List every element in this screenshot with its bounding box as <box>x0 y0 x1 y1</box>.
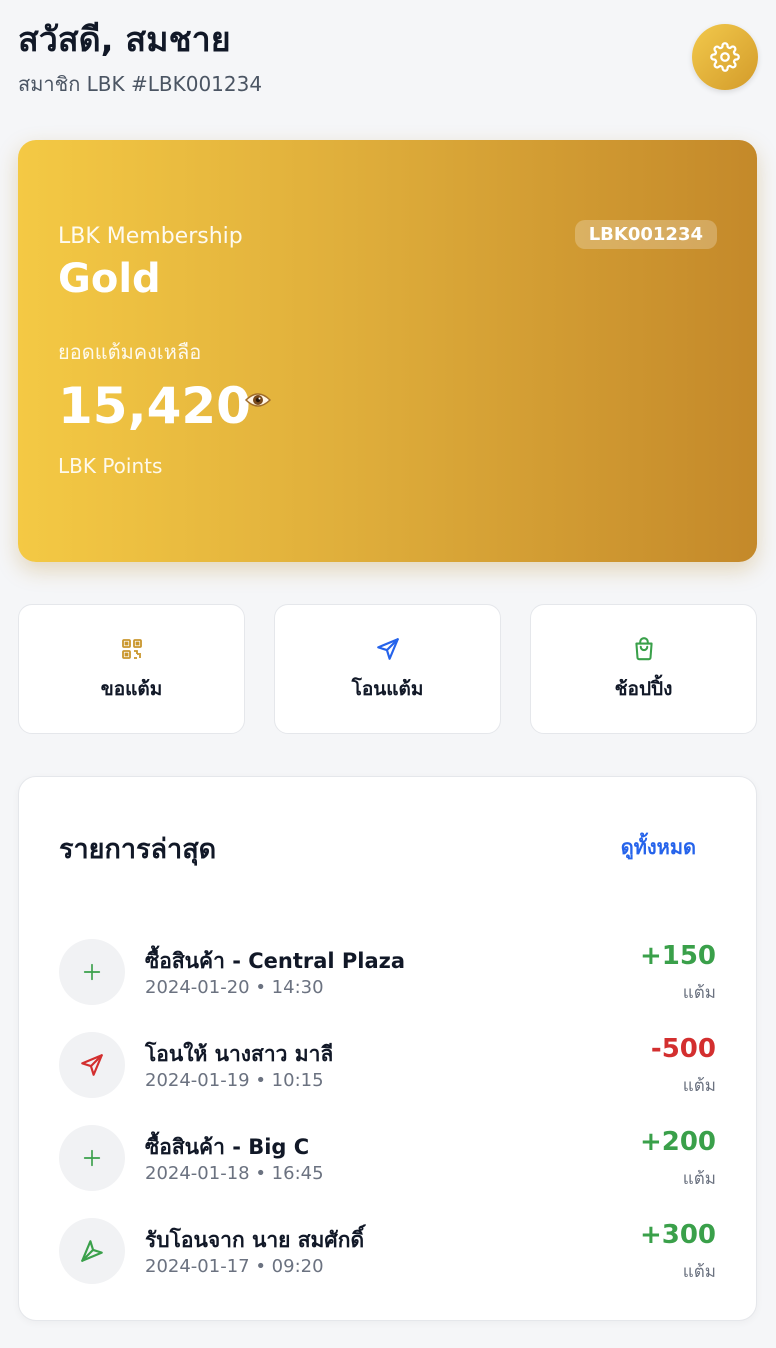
balance-label: ยอดแต้มคงเหลือ <box>58 340 202 364</box>
transaction-avatar <box>59 1032 125 1098</box>
membership-card: LBK Membership Gold LBK001234 ยอดแต้มคงเ… <box>18 140 757 562</box>
member-id-badge: LBK001234 <box>574 220 717 249</box>
header: สวัสดี, สมชาย สมาชิก LBK #LBK001234 <box>18 18 758 98</box>
member-id-subtitle: สมาชิก LBK #LBK001234 <box>18 72 263 96</box>
transaction-time: 2024-01-17 • 09:20 <box>145 1256 324 1277</box>
transaction-name: ซื้อสินค้า - Big C <box>145 1135 310 1159</box>
transaction-unit: แต้ม <box>682 983 716 1003</box>
shopping-button[interactable]: ช้อปปิ้ง <box>530 604 757 734</box>
plus-icon <box>83 963 101 981</box>
send-icon <box>376 638 399 660</box>
qr-code-icon <box>121 639 142 659</box>
transfer-points-button[interactable]: โอนแต้ม <box>274 604 501 734</box>
shopping-bag-icon <box>634 637 653 661</box>
transfer-points-label: โอนแต้ม <box>351 678 424 700</box>
transaction-row[interactable]: รับโอนจาก นาย สมศักดิ์ 2024-01-17 • 09:2… <box>59 1216 716 1309</box>
shopping-label: ช้อปปิ้ง <box>614 678 673 700</box>
transaction-row[interactable]: ซื้อสินค้า - Big C 2024-01-18 • 16:45 +2… <box>59 1123 716 1216</box>
transaction-time: 2024-01-19 • 10:15 <box>145 1070 324 1091</box>
quick-actions: ขอแต้ม โอนแต้ม ช้อปปิ้ง <box>18 604 757 734</box>
view-all-link[interactable]: ดูทั้งหมด <box>621 831 696 863</box>
transaction-name: โอนให้ นางสาว มาลี <box>145 1042 334 1066</box>
transaction-avatar <box>59 1218 125 1284</box>
transaction-row[interactable]: โอนให้ นางสาว มาลี 2024-01-19 • 10:15 -5… <box>59 1030 716 1123</box>
transaction-amount: +300 <box>639 1220 716 1250</box>
receive-icon <box>81 1240 103 1262</box>
transaction-row[interactable]: ซื้อสินค้า - Central Plaza 2024-01-20 • … <box>59 937 716 1030</box>
recent-transactions-card: รายการล่าสุด ดูทั้งหมด ซื้อสินค้า - Cent… <box>18 776 757 1321</box>
transaction-list: ซื้อสินค้า - Central Plaza 2024-01-20 • … <box>59 937 716 1309</box>
eye-icon <box>244 393 272 407</box>
toggle-balance-visibility-button[interactable] <box>244 390 272 414</box>
request-points-button[interactable]: ขอแต้ม <box>18 604 245 734</box>
transaction-time: 2024-01-18 • 16:45 <box>145 1163 324 1184</box>
transaction-amount: +150 <box>639 941 716 971</box>
transaction-name: รับโอนจาก นาย สมศักดิ์ <box>145 1228 365 1252</box>
points-unit-label: LBK Points <box>58 454 163 478</box>
transaction-avatar <box>59 1125 125 1191</box>
request-points-label: ขอแต้ม <box>100 678 163 700</box>
gear-icon <box>710 42 740 72</box>
greeting-title: สวัสดี, สมชาย <box>18 20 231 60</box>
send-out-icon <box>81 1054 103 1076</box>
card-tier: Gold <box>58 256 161 302</box>
plus-icon <box>83 1149 101 1167</box>
transaction-amount: +200 <box>639 1127 716 1157</box>
transaction-unit: แต้ม <box>682 1262 716 1282</box>
transaction-unit: แต้ม <box>682 1076 716 1096</box>
balance-value: 15,420 <box>58 377 251 435</box>
settings-button[interactable] <box>692 24 758 90</box>
transaction-unit: แต้ม <box>682 1169 716 1189</box>
transaction-time: 2024-01-20 • 14:30 <box>145 977 324 998</box>
card-brand: LBK Membership <box>58 224 243 249</box>
recent-transactions-title: รายการล่าสุด <box>59 834 217 865</box>
transaction-name: ซื้อสินค้า - Central Plaza <box>145 949 406 973</box>
transaction-amount: -500 <box>650 1034 716 1064</box>
transaction-avatar <box>59 939 125 1005</box>
